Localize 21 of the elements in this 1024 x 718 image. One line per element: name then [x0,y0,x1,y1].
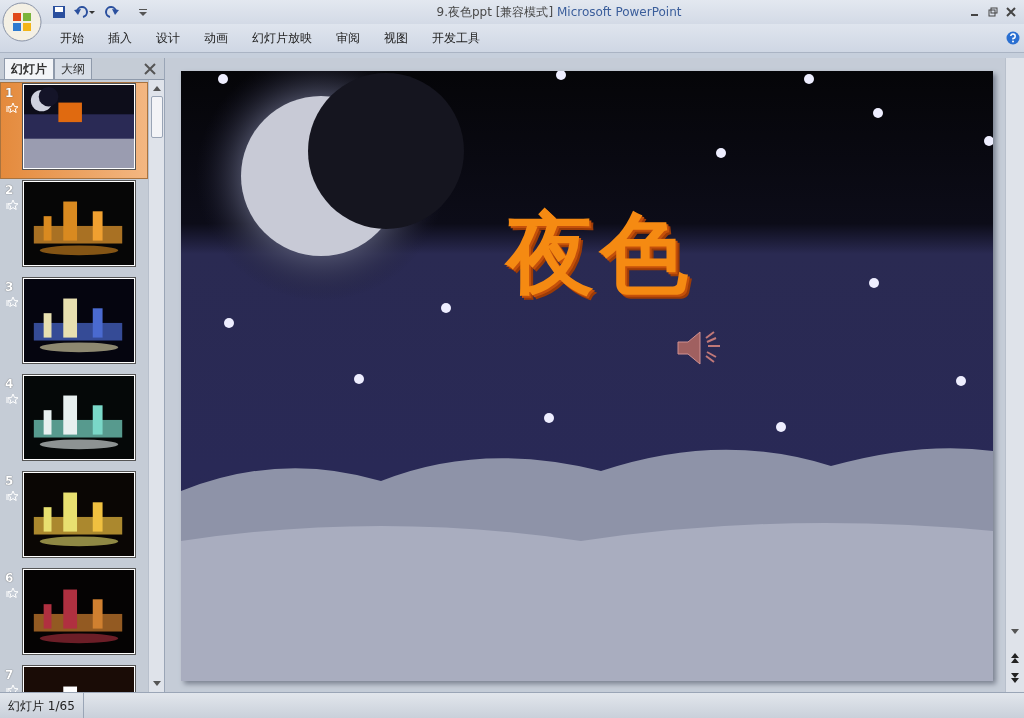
ribbon-tab[interactable]: 审阅 [324,29,372,47]
ribbon-tab[interactable]: 幻灯片放映 [240,29,324,47]
slide-number: 3 [5,279,15,296]
slide-number: 2 [5,182,15,199]
window-title: 9.夜色ppt [兼容模式] [436,5,554,19]
ribbon-tab[interactable]: 视图 [372,29,420,47]
status-text: 幻灯片 1/65 [0,693,84,718]
ribbon-tab[interactable]: 动画 [192,29,240,47]
ribbon-tab[interactable]: 开发工具 [420,29,492,47]
slide-number: 6 [5,570,15,587]
slide-number: 1 [5,85,15,102]
panel-tab[interactable]: 幻灯片 [4,58,54,79]
ribbon-tab[interactable]: 开始 [48,29,96,47]
ribbon-tab[interactable]: 插入 [96,29,144,47]
slide-number: 4 [5,376,15,393]
app-name: Microsoft PowerPoint [556,5,682,19]
slide-number: 5 [5,473,15,490]
slide-number: 7 [5,667,15,684]
slide-title: 夜色 [506,201,694,307]
ribbon-tab[interactable]: 设计 [144,29,192,47]
panel-tab[interactable]: 大纲 [54,58,92,79]
